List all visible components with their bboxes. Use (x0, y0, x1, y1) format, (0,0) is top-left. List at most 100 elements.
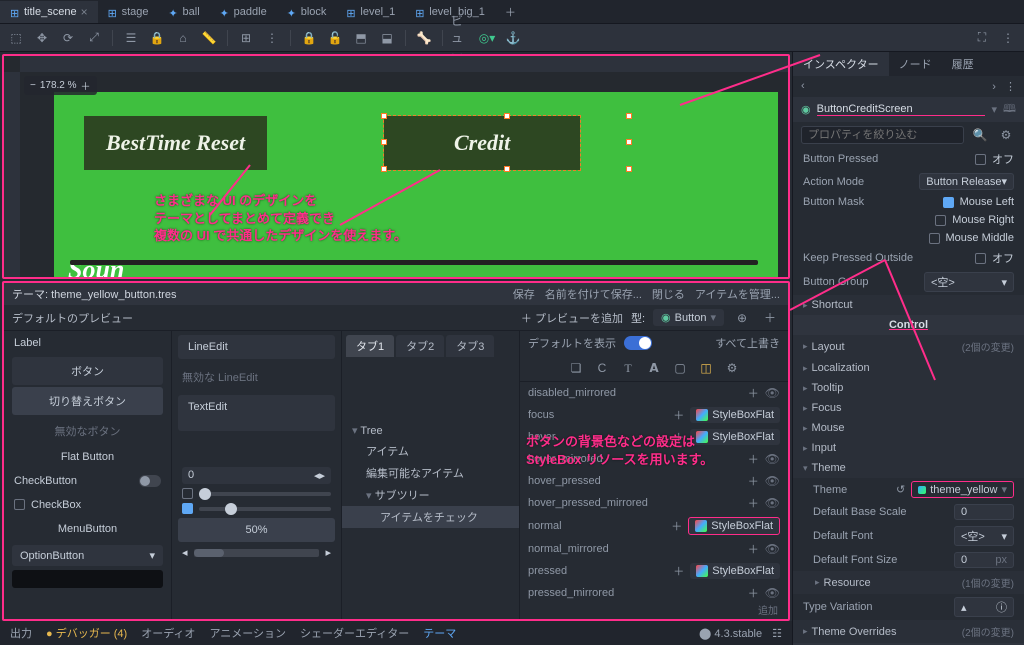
group2-icon[interactable]: ⬒ (351, 28, 371, 48)
zoom-in-icon[interactable]: ＋ (81, 78, 91, 93)
stylebox-empty-icon[interactable]: 👁 (765, 386, 780, 400)
history-back-icon[interactable]: ‹ (801, 80, 805, 93)
tree-subtree[interactable]: ▾ サブツリー (342, 484, 519, 506)
type-add-icon[interactable]: ＋ (760, 308, 780, 328)
node-expand-icon[interactable]: ▾ (991, 103, 997, 116)
tree-item[interactable]: アイテム (342, 440, 519, 462)
ruler-tool-icon[interactable]: 📏 (199, 28, 219, 48)
type-variation-field[interactable]: ▴ⓘ (954, 597, 1014, 617)
unlock-icon[interactable]: 🔓 (325, 28, 345, 48)
audio-tab[interactable]: オーディオ (141, 625, 195, 641)
inspector-menu-icon[interactable]: ⋮ (1005, 81, 1016, 93)
lock2-icon[interactable]: 🔒 (299, 28, 319, 48)
mouse-section[interactable]: ▸Mouse (793, 418, 1024, 438)
shortcut-section[interactable]: ▸Shortcut (793, 295, 1024, 315)
stylebox-empty-icon[interactable]: 👁 (765, 474, 780, 488)
localization-section[interactable]: ▸Localization (793, 358, 1024, 378)
theme-save-as-button[interactable]: 名前を付けて保存... (545, 286, 642, 302)
move-tool-icon[interactable]: ✥ (32, 28, 52, 48)
add-stylebox-icon[interactable]: ＋ (673, 429, 684, 445)
font-type-icon[interactable]: T (619, 359, 637, 377)
stylebox-value[interactable]: StyleBoxFlat (690, 563, 780, 579)
stylebox-empty-icon[interactable]: 👁 (765, 452, 780, 466)
filter-search-icon[interactable]: 🔍 (970, 125, 990, 145)
stylebox-empty-icon[interactable]: 👁 (765, 542, 780, 556)
def-font-field[interactable]: <空>▾ (954, 526, 1014, 546)
checkbox-preview[interactable]: CheckBox (4, 493, 171, 517)
scene-tab[interactable]: ✦block (277, 2, 337, 22)
theme-overrides-section[interactable]: ▸Theme Overrides(2個の変更) (793, 620, 1024, 643)
stylebox-value[interactable]: StyleBoxFlat (690, 429, 780, 445)
stylebox-empty-icon[interactable]: 👁 (765, 586, 780, 600)
theme-tab[interactable]: テーマ (423, 625, 456, 641)
theme-revert-icon[interactable]: ↺ (896, 483, 905, 496)
type-dropdown[interactable]: ◉ Button ▾ (653, 309, 724, 326)
mouse-middle-checkbox[interactable] (929, 233, 940, 244)
theme-section[interactable]: ▾Theme (793, 458, 1024, 478)
add-stylebox-icon[interactable]: ＋ (673, 407, 684, 423)
resource-section[interactable]: ▸Resource(1個の変更) (793, 571, 1024, 594)
node-docs-icon[interactable]: 🕮 (1003, 100, 1016, 119)
scene-tab[interactable]: ✦paddle (210, 2, 277, 22)
zoom-percent[interactable]: 178.2 % (40, 80, 77, 91)
scene-tab[interactable]: ✦ball (159, 2, 210, 22)
textedit-preview[interactable]: TextEdit (178, 395, 335, 431)
select-tool-icon[interactable]: ⬚ (6, 28, 26, 48)
tree-root[interactable]: ▾ Tree (342, 421, 519, 440)
scene-tab[interactable]: ⊞title_scene× (0, 1, 98, 23)
add-stylebox-icon[interactable]: ＋ (748, 451, 759, 467)
theme-manage-button[interactable]: アイテムを管理... (695, 286, 780, 302)
hslider2-preview[interactable] (182, 503, 331, 514)
input-section[interactable]: ▸Input (793, 438, 1024, 458)
constant-type-icon[interactable]: C (593, 359, 611, 377)
lineedit-preview[interactable]: LineEdit (178, 335, 335, 359)
list-tool-icon[interactable]: ☰ (121, 28, 141, 48)
def-base-field[interactable]: 0 (954, 504, 1014, 520)
add-stylebox-icon[interactable]: ＋ (748, 541, 759, 557)
output-tab[interactable]: 出力 (10, 625, 32, 641)
add-stylebox-icon[interactable]: ＋ (748, 495, 759, 511)
button-preview[interactable]: ボタン (12, 357, 163, 385)
center-view-icon[interactable]: ◎▾ (477, 28, 497, 48)
animation-tab[interactable]: アニメーション (209, 625, 286, 641)
mouse-right-checkbox[interactable] (935, 215, 946, 226)
preview-tab[interactable]: タブ2 (396, 335, 444, 357)
theme-save-button[interactable]: 保存 (513, 286, 535, 302)
theme-value-dropdown[interactable]: theme_yellow▾ (911, 481, 1014, 498)
checkbutton-preview[interactable]: CheckButton (4, 469, 171, 493)
button-preview[interactable]: Flat Button (4, 445, 171, 469)
inspector-tab[interactable]: インスペクター (793, 52, 889, 76)
overwrite-all-button[interactable]: すべて上書き (715, 335, 780, 351)
add-stylebox-icon[interactable]: ＋ (748, 585, 759, 600)
default-preview-tab[interactable]: デフォルトのプレビュー (12, 310, 513, 326)
preview-tab[interactable]: タブ3 (446, 335, 494, 357)
preview-tab[interactable]: タブ1 (346, 335, 394, 357)
focus-section[interactable]: ▸Focus (793, 398, 1024, 418)
scene-tab[interactable]: ⊞stage (98, 2, 159, 22)
debugger-tab[interactable]: ● デバッガー (4) (46, 625, 127, 641)
keep-pressed-checkbox[interactable] (975, 253, 986, 264)
color-preview[interactable] (12, 570, 163, 588)
filter-settings-icon[interactable]: ⚙ (996, 125, 1016, 145)
show-defaults-toggle[interactable] (624, 336, 652, 350)
history-fwd-icon[interactable]: › (992, 81, 996, 93)
zoom-out-icon[interactable]: − (30, 80, 36, 91)
ungroup-icon[interactable]: ⬓ (377, 28, 397, 48)
add-stylebox-icon[interactable]: ＋ (673, 563, 684, 579)
close-tab-icon[interactable]: × (81, 5, 88, 19)
button-pressed-checkbox[interactable] (975, 154, 986, 165)
inspector-tab[interactable]: ノード (889, 52, 942, 76)
group-tool-icon[interactable]: ⌂ (173, 28, 193, 48)
credit-button[interactable]: Credit (384, 116, 580, 170)
type-select-icon[interactable]: ⊕ (732, 308, 752, 328)
scene-tab[interactable]: ⊞level_1 (336, 2, 405, 22)
color-type-icon[interactable]: ❏ (567, 359, 585, 377)
bone-icon[interactable]: 🦴 (414, 28, 434, 48)
view-menu[interactable]: ビュー (451, 28, 471, 48)
optionbutton-preview[interactable]: OptionButton▾ (12, 545, 163, 566)
property-filter-input[interactable] (801, 126, 964, 144)
node-name-field[interactable]: ButtonCreditScreen (817, 103, 986, 116)
add-stylebox-icon[interactable]: ＋ (748, 385, 759, 401)
add-stylebox-icon[interactable]: ＋ (671, 518, 682, 534)
theme-close-button[interactable]: 閉じる (652, 286, 685, 302)
